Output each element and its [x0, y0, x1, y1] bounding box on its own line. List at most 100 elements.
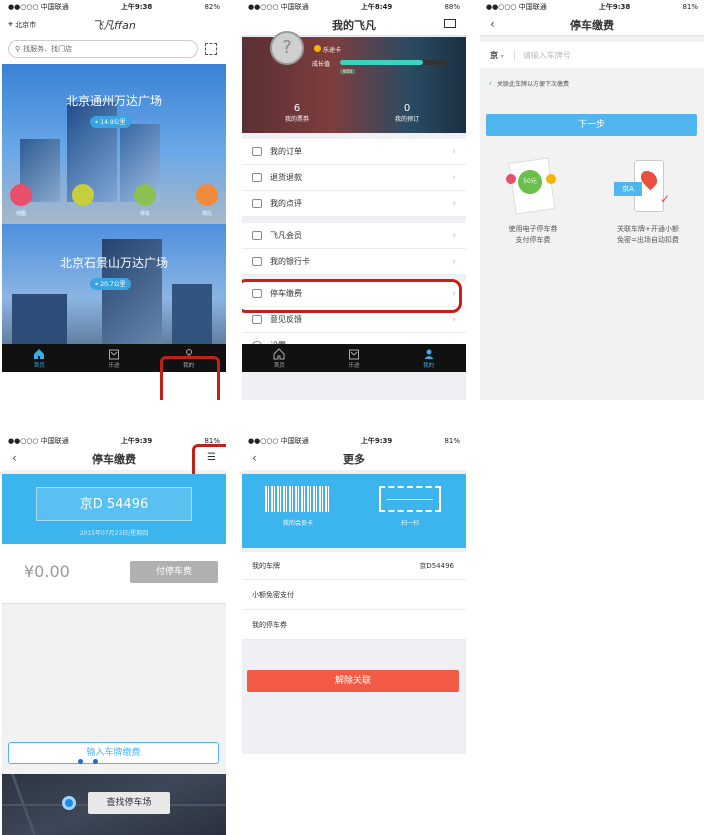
coupon-illustration: 50元: [504, 157, 560, 216]
plate-input[interactable]: 请输入车牌号: [513, 49, 571, 61]
home-icon: [34, 348, 45, 359]
find-parking-button[interactable]: 查找停车场: [88, 792, 170, 814]
back-icon[interactable]: ‹: [490, 17, 495, 31]
menu-list: 我的订单 › 退货退款 › 我的点评 › 飞凡会员 › 我的银行卡 › 停车缴费 › 意见反…: [242, 139, 466, 359]
page-title: 我的飞凡: [332, 18, 376, 32]
next-button[interactable]: 下一步: [486, 114, 697, 136]
chevron-right-icon: ›: [452, 230, 456, 241]
chevron-right-icon: ›: [452, 198, 456, 209]
location-icon[interactable]: ⌖: [8, 20, 13, 30]
quick-actions: 我的会员卡 扫一扫: [242, 474, 466, 548]
profile-banner: ? 乐途卡 成长值 9/50 6 我的票券 0 我的预订: [242, 31, 466, 133]
tab-mine[interactable]: 我的: [391, 344, 466, 372]
row-password-free[interactable]: 小额免密支付: [242, 580, 466, 610]
nav-bar: ‹ 更多: [242, 448, 466, 470]
building: [12, 294, 67, 349]
date-label: 2015年07月23日/星期四: [79, 530, 149, 537]
mail-icon[interactable]: [444, 19, 456, 28]
status-bar: ●●○○○ 中国联通 上午9:38 81%: [480, 0, 704, 14]
card-icon: [252, 231, 262, 240]
status-bar: ●●○○○ 中国联通 上午9:39 81%: [242, 434, 466, 448]
feedback-icon: [252, 315, 262, 324]
distance-badge: ⌖ 20.7公里: [90, 278, 131, 290]
remember-plate-checkbox[interactable]: ✓ 关联此车牌以方便下次缴费: [488, 79, 569, 88]
row-my-plate[interactable]: 我的车牌 京D54496: [242, 552, 466, 580]
bank-card-icon: [252, 257, 262, 266]
coupon-badge: 50元: [518, 170, 542, 194]
growth-label: 成长值: [312, 61, 331, 68]
parking-shortcut[interactable]: [134, 184, 156, 206]
orders-icon: [252, 147, 262, 156]
check-icon: ✓: [488, 80, 494, 87]
refund-icon: [252, 173, 262, 182]
city-selector[interactable]: 北京市: [15, 20, 36, 30]
screen-parking-pay: ●●○○○ 中国联通 上午9:39 81% ‹ 停车缴费 ☰ 京D 54496 …: [2, 434, 226, 835]
bag-icon: [349, 349, 359, 359]
plaza-card-1[interactable]: 北京通州万达广场 ⌖ 14.9公里 地图 停车 排队: [2, 64, 226, 224]
tab-bar: 首页 乐途 我的: [242, 344, 466, 372]
status-bar: ●●○○○ 中国联通 上午8:49 88%: [242, 0, 466, 14]
app-logo: 飞凡ffan: [92, 19, 136, 32]
search-input: 找服务、找门店: [23, 45, 73, 53]
edit-icon: [252, 199, 262, 208]
info-list: 我的车牌 京D54496 小额免密支付 我的停车券: [242, 552, 466, 640]
feature-coupon-text: 使用电子停车券 支付停车费: [508, 225, 558, 244]
member-card-button[interactable]: 我的会员卡: [258, 486, 338, 527]
back-icon[interactable]: ‹: [252, 451, 257, 465]
tab-home[interactable]: 首页: [242, 344, 317, 372]
building: [172, 284, 212, 349]
menu-orders[interactable]: 我的订单 ›: [242, 139, 466, 165]
plate-box[interactable]: 京D 54496: [36, 487, 192, 521]
tab-home[interactable]: 首页: [2, 344, 77, 372]
plaza-name: 北京石景山万达广场: [59, 256, 168, 270]
member-tag: 乐途卡: [314, 45, 341, 54]
check-icon: ✓: [660, 192, 671, 206]
chevron-down-icon: ▾: [500, 52, 504, 60]
plate-header: 京D 54496 2015年07月23日/星期四: [2, 474, 226, 544]
chevron-right-icon: ›: [452, 146, 456, 157]
user-icon: [424, 349, 434, 359]
menu-reviews[interactable]: 我的点评 ›: [242, 191, 466, 217]
scan-icon: [379, 486, 441, 512]
status-bar: ●●○○○ 中国联通 上午9:38 82%: [2, 0, 226, 14]
highlight-parking-menu: [242, 279, 462, 313]
my-location-icon: [62, 796, 76, 810]
nav-bar: 我的飞凡: [242, 14, 466, 36]
province-selector[interactable]: 京 ▾: [490, 50, 504, 61]
enter-plate-button[interactable]: 输入车牌缴费: [8, 742, 219, 764]
tab-letu[interactable]: 乐途: [77, 344, 152, 372]
tab-letu[interactable]: 乐途: [317, 344, 392, 372]
stat-coupons[interactable]: 6 我的票券: [262, 103, 332, 123]
quick-label: 停车: [139, 211, 150, 217]
search-bar[interactable]: ⚲ 找服务、找门店: [8, 40, 198, 58]
pay-button[interactable]: 付停车费: [130, 561, 218, 583]
menu-bank-card[interactable]: 我的银行卡 ›: [242, 249, 466, 275]
stat-bookings[interactable]: 0 我的预订: [372, 103, 442, 123]
queue-shortcut[interactable]: [196, 184, 218, 206]
chevron-right-icon: ›: [452, 256, 456, 267]
screen-my-ffan: ●●○○○ 中国联通 上午8:49 88% 我的飞凡 ? 乐途卡 成长值 9/5…: [242, 0, 466, 400]
avatar[interactable]: ?: [270, 31, 304, 65]
plaza-name: 北京通州万达广场: [65, 94, 162, 108]
menu-membership[interactable]: 飞凡会员 ›: [242, 223, 466, 249]
map-view[interactable]: 查找停车场: [2, 774, 226, 835]
back-icon[interactable]: ‹: [12, 451, 17, 465]
shortcut[interactable]: [72, 184, 94, 206]
row-parking-coupons[interactable]: 我的停车券: [242, 610, 466, 640]
page-title: 停车缴费: [570, 18, 614, 32]
screen-more: ●●○○○ 中国联通 上午9:39 81% ‹ 更多 我的会员卡 扫一扫 我的车…: [242, 434, 466, 754]
growth-bar: [340, 60, 450, 65]
unlink-button[interactable]: 解除关联: [247, 670, 459, 692]
distance-badge: ⌖ 14.9公里: [90, 116, 131, 128]
plate-input-row: 京 ▾ 请输入车牌号: [480, 42, 704, 68]
quick-label: 排队: [201, 211, 212, 217]
scan-button[interactable]: 扫一扫: [370, 486, 450, 527]
menu-refunds[interactable]: 退货退款 ›: [242, 165, 466, 191]
map-shortcut[interactable]: [10, 184, 32, 206]
drag-handle[interactable]: [78, 759, 98, 764]
home-header: ⌖ 北京市 飞凡ffan: [2, 14, 226, 36]
scan-icon[interactable]: [205, 43, 217, 55]
chevron-right-icon: ›: [452, 314, 456, 325]
chevron-right-icon: ›: [452, 172, 456, 183]
quick-label: 地图: [15, 211, 26, 217]
